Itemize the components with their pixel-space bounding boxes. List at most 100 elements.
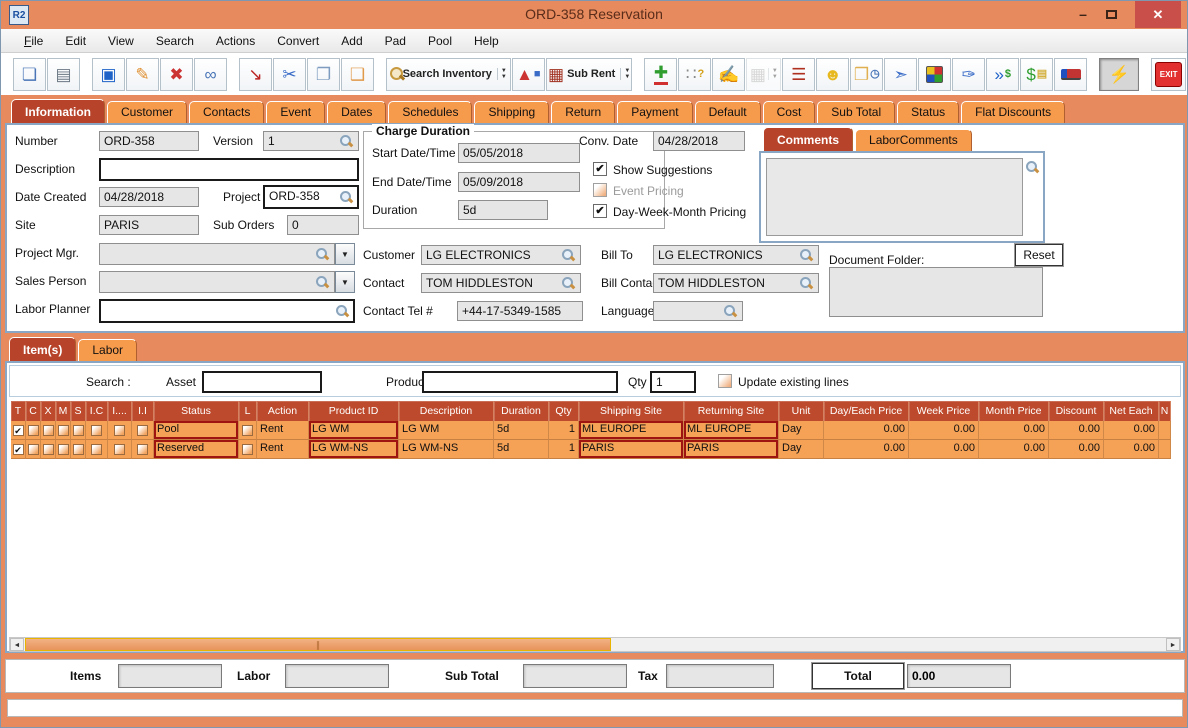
exit-button[interactable]: EXIT [1151, 58, 1186, 91]
title-bar[interactable]: R2 ORD-358 Reservation – ✕ [1, 1, 1187, 29]
customer-search-icon[interactable] [561, 248, 575, 262]
pad-key-icon[interactable]: ➣ [884, 58, 917, 91]
grid-header-i-i[interactable]: I.I [132, 401, 154, 421]
grid-cell[interactable]: ML EUROPE [684, 421, 779, 440]
menu-add[interactable]: Add [330, 34, 373, 48]
grid-cell[interactable]: 0.00 [1104, 421, 1159, 440]
grid-checkbox[interactable] [242, 444, 253, 455]
comments-search-icon[interactable] [1025, 160, 1039, 174]
pool-spheres-icon[interactable]: ∷? [678, 58, 711, 91]
menu-view[interactable]: View [97, 34, 145, 48]
minimize-button[interactable]: – [1071, 4, 1095, 25]
edit-pencil-icon[interactable]: ✎ [126, 58, 159, 91]
grid-header-action[interactable]: Action [257, 401, 309, 421]
menu-file[interactable]: File [13, 34, 54, 48]
start-date-field[interactable]: 05/05/2018 [458, 143, 580, 163]
grid-cell[interactable] [1159, 421, 1171, 440]
grid-header-discount[interactable]: Discount [1049, 401, 1104, 421]
new-document-icon[interactable]: ❏ [13, 58, 46, 91]
price-transfer-icon[interactable]: »$ [986, 58, 1019, 91]
copy-icon[interactable]: ❐ [307, 58, 340, 91]
menu-pad[interactable]: Pad [374, 34, 417, 48]
menu-search[interactable]: Search [145, 34, 205, 48]
invoice-icon[interactable]: $▤ [1020, 58, 1053, 91]
site-hierarchy-icon[interactable]: ☰ [782, 58, 815, 91]
grid-cell[interactable] [41, 440, 56, 459]
grid-checkbox[interactable] [242, 425, 253, 436]
grid-header-s[interactable]: S [71, 401, 86, 421]
grid-header-i[interactable]: I.... [108, 401, 132, 421]
smiley-icon[interactable]: ☻ [816, 58, 849, 91]
tab-dates[interactable]: Dates [327, 101, 386, 123]
grid-cell[interactable]: Day [779, 440, 824, 459]
grid-checkbox[interactable] [73, 425, 84, 436]
grid-header-net-each[interactable]: Net Each [1104, 401, 1159, 421]
comments-textarea[interactable] [766, 158, 1023, 236]
bill-contact-field[interactable]: TOM HIDDLESTON [653, 273, 819, 293]
find-binoculars-icon[interactable]: ∞ [194, 58, 227, 91]
tab-payment[interactable]: Payment [617, 101, 692, 123]
project-mgr-combo[interactable] [99, 243, 335, 265]
grid-header-m[interactable]: M [56, 401, 71, 421]
grid-header-duration[interactable]: Duration [494, 401, 549, 421]
tab-event[interactable]: Event [266, 101, 325, 123]
menu-help[interactable]: Help [463, 34, 510, 48]
reset-button[interactable]: Reset [1015, 244, 1063, 266]
close-button[interactable]: ✕ [1135, 1, 1181, 28]
grid-cell[interactable]: Reserved [154, 440, 239, 459]
grid-checkbox[interactable] [137, 444, 148, 455]
grid-cell[interactable] [26, 421, 41, 440]
grid-header-description[interactable]: Description [399, 401, 494, 421]
bill-contact-search-icon[interactable] [799, 276, 813, 290]
grid-cell[interactable]: LG WM-NS [309, 440, 399, 459]
update-existing-checkbox[interactable] [718, 374, 732, 388]
project-mgr-search-icon[interactable] [315, 247, 329, 261]
grid-cell[interactable]: Rent [257, 421, 309, 440]
grid-cell[interactable]: 0.00 [1049, 421, 1104, 440]
project-mgr-dropdown[interactable]: ▼ [335, 243, 355, 265]
grid-cell[interactable] [11, 440, 26, 459]
grid-checkbox[interactable] [28, 444, 39, 455]
grid-header-status[interactable]: Status [154, 401, 239, 421]
language-search-icon[interactable] [723, 304, 737, 318]
grid-cell[interactable] [41, 421, 56, 440]
grid-checkbox[interactable] [114, 425, 125, 436]
grid-checkbox[interactable] [28, 425, 39, 436]
tab-cost[interactable]: Cost [763, 101, 816, 123]
grid-checkbox[interactable] [58, 425, 69, 436]
grid-checkbox[interactable] [13, 425, 24, 436]
grid-checkbox[interactable] [43, 444, 54, 455]
grid-cell[interactable]: 0.00 [1049, 440, 1104, 459]
grid-header-qty[interactable]: Qty [549, 401, 579, 421]
grid-checkbox[interactable] [91, 444, 102, 455]
contact-field[interactable]: TOM HIDDLESTON [421, 273, 581, 293]
grid-checkbox[interactable] [58, 444, 69, 455]
grid-cell[interactable] [108, 440, 132, 459]
grid-checkbox[interactable] [43, 425, 54, 436]
grid-cell[interactable]: 0.00 [979, 440, 1049, 459]
grid-cell[interactable] [108, 421, 132, 440]
grid-cell[interactable]: ML EUROPE [579, 421, 684, 440]
grid-header-i-c[interactable]: I.C [86, 401, 108, 421]
sales-person-dropdown[interactable]: ▼ [335, 271, 355, 293]
cut-icon[interactable]: ✂ [273, 58, 306, 91]
search-inventory-button[interactable]: Search Inventory▼▼ [386, 58, 511, 91]
contact-search-icon[interactable] [561, 276, 575, 290]
menu-pool[interactable]: Pool [417, 34, 463, 48]
end-date-field[interactable]: 05/09/2018 [458, 172, 580, 192]
grid-checkbox[interactable] [137, 425, 148, 436]
asset-input[interactable] [202, 371, 322, 393]
version-search-icon[interactable] [339, 134, 353, 148]
tab-shipping[interactable]: Shipping [474, 101, 549, 123]
grid-cell[interactable]: LG WM-NS [399, 440, 494, 459]
grid-cell[interactable] [86, 440, 108, 459]
quick-action-lightning-icon[interactable]: ⚡ [1099, 58, 1139, 91]
description-field[interactable] [99, 158, 359, 181]
grid-cell[interactable]: 0.00 [979, 421, 1049, 440]
print-icon[interactable]: ▤ [47, 58, 80, 91]
grid-header-n[interactable]: N [1159, 401, 1171, 421]
duration-field[interactable]: 5d [458, 200, 548, 220]
contact-tel-field[interactable]: +44-17-5349-1585 [457, 301, 583, 321]
grid-cell[interactable] [11, 421, 26, 440]
tab-comments[interactable]: Comments [763, 127, 853, 151]
